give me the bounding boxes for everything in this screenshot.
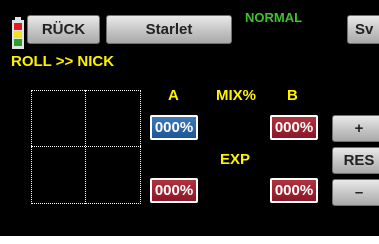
mix-b-value: 000%	[274, 119, 314, 136]
plus-icon: +	[354, 120, 364, 137]
back-button[interactable]: RÜCK	[27, 15, 100, 44]
minus-icon: –	[354, 184, 364, 201]
flight-mode-label: NORMAL	[245, 10, 303, 25]
mix-b-value-field[interactable]: 000%	[270, 115, 318, 140]
mix-curve-graph	[31, 90, 141, 204]
screen: RÜCK Starlet NORMAL Sv ROLL >> NICK A MI…	[0, 0, 379, 244]
battery-icon	[12, 17, 24, 49]
exp-a-value: 000%	[154, 182, 194, 199]
mix-a-value: 000%	[154, 119, 194, 136]
model-name-label: Starlet	[145, 21, 193, 38]
column-b-label: B	[287, 87, 298, 104]
exp-b-value: 000%	[274, 182, 314, 199]
graph-frame	[31, 90, 141, 204]
lcd-display: RÜCK Starlet NORMAL Sv ROLL >> NICK A MI…	[0, 0, 379, 236]
battery-cell-low	[14, 23, 22, 30]
save-button-label: Sv	[355, 21, 374, 38]
increment-button[interactable]: +	[332, 115, 379, 142]
column-a-label: A	[168, 87, 179, 104]
decrement-button[interactable]: –	[332, 179, 379, 206]
exp-a-value-field[interactable]: 000%	[150, 178, 198, 203]
mix-a-value-field[interactable]: 000%	[150, 115, 198, 140]
battery-cell-high	[14, 39, 22, 46]
save-button[interactable]: Sv	[347, 15, 379, 44]
reset-button[interactable]: RES	[332, 147, 379, 174]
reset-button-label: RES	[343, 152, 375, 169]
graph-center-horizontal	[31, 146, 141, 147]
back-button-label: RÜCK	[41, 21, 86, 38]
exp-label: EXP	[220, 151, 251, 168]
battery-cell-mid	[14, 31, 22, 38]
graph-center-vertical	[85, 90, 86, 204]
mix-percent-label: MIX%	[216, 87, 257, 104]
exp-b-value-field[interactable]: 000%	[270, 178, 318, 203]
page-title: ROLL >> NICK	[11, 53, 115, 70]
model-name-button[interactable]: Starlet	[106, 15, 232, 44]
